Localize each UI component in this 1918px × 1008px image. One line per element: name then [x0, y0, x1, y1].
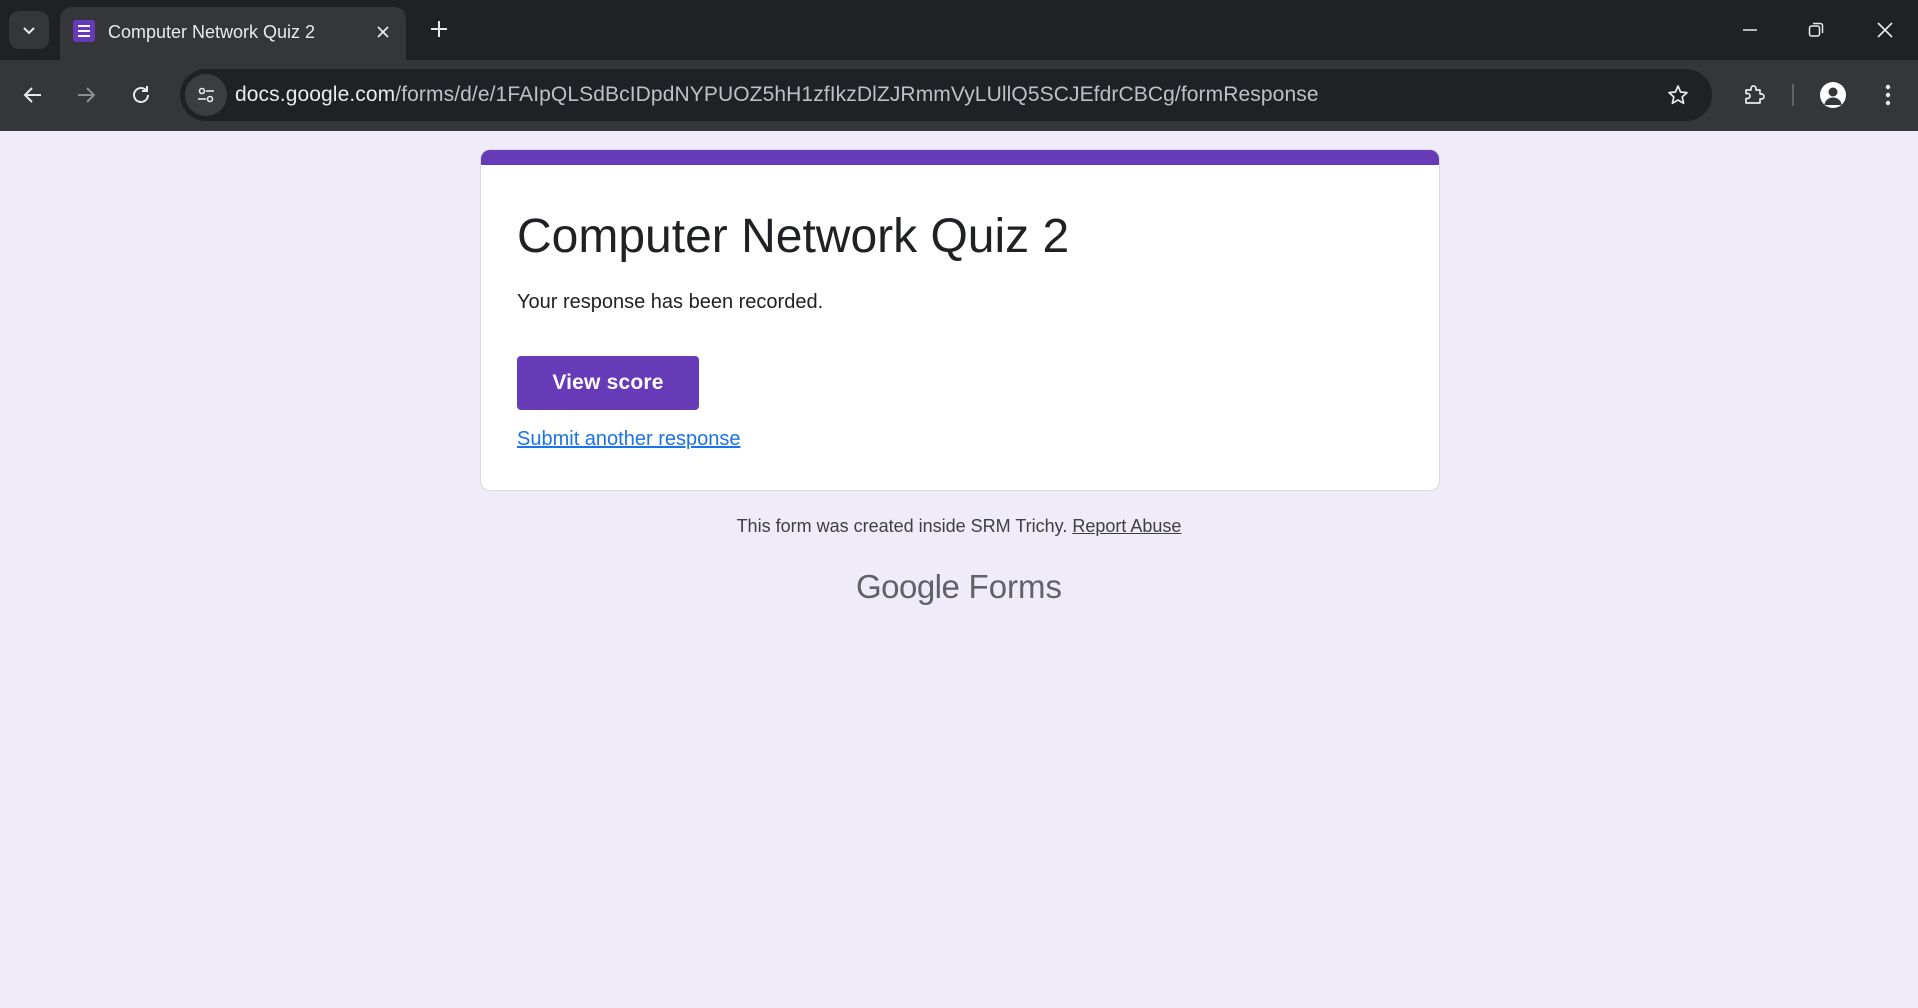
reload-button[interactable]	[120, 74, 162, 116]
star-icon	[1668, 85, 1688, 105]
minimize-icon	[1743, 29, 1757, 31]
url-text: docs.google.com/forms/d/e/1FAIpQLSdBcIDp…	[235, 83, 1319, 107]
submit-another-response-link[interactable]: Submit another response	[517, 428, 740, 451]
toolbar-divider	[1792, 84, 1794, 106]
browser-toolbar: docs.google.com/forms/d/e/1FAIpQLSdBcIDp…	[0, 60, 1918, 131]
close-icon	[377, 26, 389, 38]
footer-created-text: This form was created inside SRM Trichy.	[736, 516, 1068, 536]
browser-menu-button[interactable]	[1867, 74, 1909, 116]
active-tab[interactable]: Computer Network Quiz 2	[60, 7, 406, 60]
plus-icon	[431, 21, 447, 37]
address-bar[interactable]: docs.google.com/forms/d/e/1FAIpQLSdBcIDp…	[180, 69, 1712, 121]
google-forms-icon	[73, 20, 95, 42]
profile-button[interactable]	[1812, 74, 1854, 116]
close-tab-button[interactable]	[370, 19, 396, 45]
person-icon	[1820, 82, 1846, 108]
extensions-button[interactable]	[1733, 74, 1775, 116]
reload-icon	[133, 86, 149, 103]
report-abuse-link[interactable]: Report Abuse	[1072, 516, 1181, 536]
card-accent-bar	[481, 150, 1439, 165]
confirmation-card: Computer Network Quiz 2 Your response ha…	[480, 149, 1440, 491]
puzzle-icon	[1745, 85, 1765, 104]
tune-icon	[198, 87, 214, 103]
minimize-button[interactable]	[1720, 8, 1780, 52]
view-score-button[interactable]: View score	[517, 356, 699, 410]
form-title: Computer Network Quiz 2	[517, 210, 1070, 263]
forward-button[interactable]	[65, 74, 107, 116]
arrow-right-icon	[78, 87, 96, 103]
kebab-icon	[1885, 84, 1891, 106]
logo-forms-text: Forms	[968, 568, 1063, 605]
new-tab-button[interactable]	[422, 12, 456, 46]
close-icon	[1877, 22, 1893, 38]
restore-button[interactable]	[1786, 8, 1846, 52]
site-info-button[interactable]	[185, 74, 227, 116]
bookmark-button[interactable]	[1662, 79, 1694, 111]
form-footer: This form was created inside SRM Trichy.…	[0, 516, 1918, 537]
tab-search-button[interactable]	[9, 11, 49, 49]
close-window-button[interactable]	[1855, 8, 1915, 52]
restore-icon	[1808, 22, 1824, 37]
back-button[interactable]	[12, 74, 54, 116]
logo-google-text: Google	[855, 568, 960, 605]
tab-strip: Computer Network Quiz 2	[0, 0, 1918, 60]
url-domain: docs.google.com	[235, 83, 396, 106]
google-forms-logo[interactable]: Google Forms	[0, 568, 1918, 606]
confirmation-message: Your response has been recorded.	[517, 291, 824, 313]
chevron-down-icon	[23, 27, 35, 35]
arrow-left-icon	[23, 87, 41, 103]
url-path: /forms/d/e/1FAIpQLSdBcIDpdNYPUOZ5hH1zfIk…	[395, 83, 1319, 106]
tab-title: Computer Network Quiz 2	[108, 22, 316, 42]
